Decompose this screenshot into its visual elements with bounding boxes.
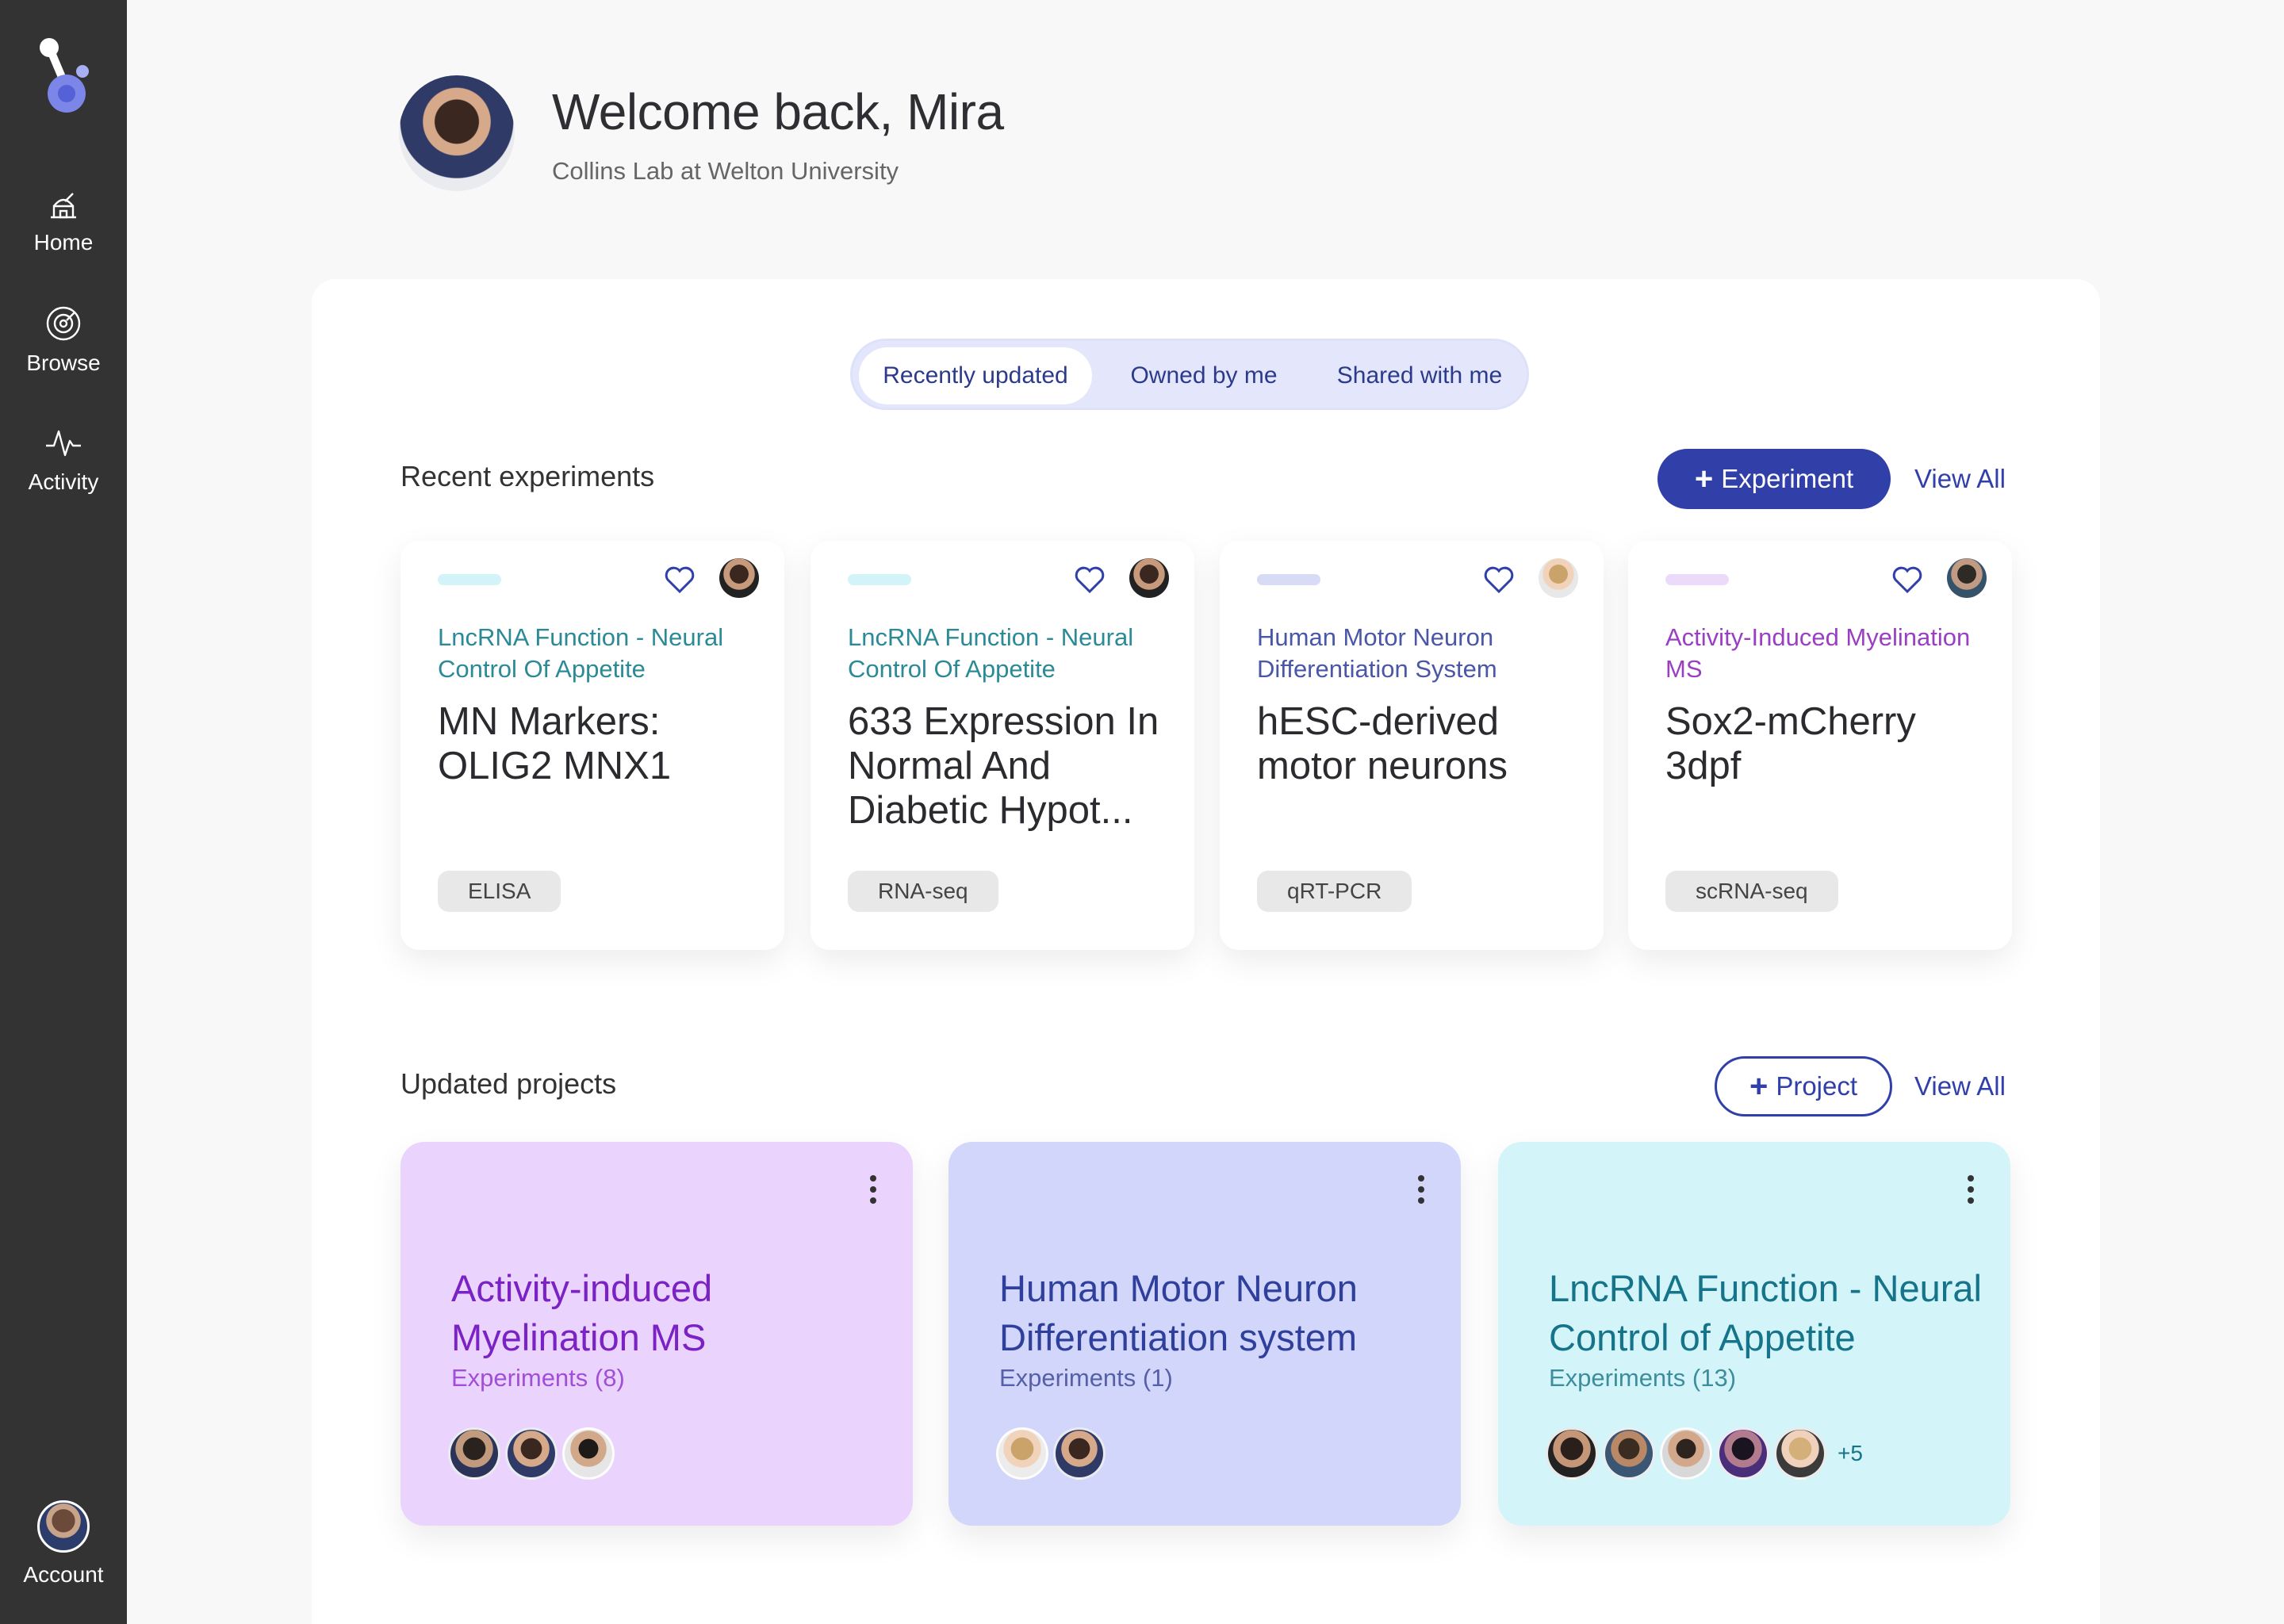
avatar bbox=[996, 1427, 1048, 1480]
tab-recently-updated[interactable]: Recently updated bbox=[859, 347, 1092, 404]
add-experiment-button[interactable]: + Experiment bbox=[1657, 449, 1891, 509]
project-title: LncRNA Function - Neural Control of Appe… bbox=[1549, 1267, 1982, 1358]
sidebar-item-activity[interactable]: Activity bbox=[0, 422, 127, 495]
accent-bar bbox=[1665, 574, 1729, 585]
experiment-project: Human Motor Neuron Differentiation Syste… bbox=[1257, 623, 1497, 683]
section-title: Updated projects bbox=[400, 1067, 617, 1100]
project-experiment-count: Experiments (8) bbox=[451, 1364, 625, 1392]
more-options-icon[interactable] bbox=[868, 1174, 878, 1205]
avatar bbox=[1539, 558, 1578, 598]
experiment-card[interactable]: LncRNA Function - Neural Control Of Appe… bbox=[400, 541, 784, 950]
heart-icon[interactable] bbox=[1072, 561, 1107, 596]
experiment-project: LncRNA Function - Neural Control Of Appe… bbox=[438, 623, 724, 683]
target-icon bbox=[46, 306, 81, 341]
avatar bbox=[719, 558, 759, 598]
project-experiment-count: Experiments (13) bbox=[1549, 1364, 1737, 1392]
plus-icon: + bbox=[1749, 1069, 1769, 1104]
member-avatars: +5 bbox=[1546, 1427, 1863, 1483]
project-card[interactable]: LncRNA Function - Neural Control of Appe… bbox=[1498, 1142, 2010, 1526]
view-all-experiments-link[interactable]: View All bbox=[1914, 464, 2006, 494]
sidebar: Home Browse Activity Account bbox=[0, 0, 127, 1624]
sidebar-item-label: Browse bbox=[26, 350, 101, 375]
experiment-title: Sox2-mCherry 3dpf bbox=[1665, 700, 1916, 787]
experiment-title: 633 Expression In Normal And Diabetic Hy… bbox=[848, 700, 1159, 832]
button-label: Experiment bbox=[1721, 464, 1854, 493]
experiment-card[interactable]: Activity-Induced Myelination MS Sox2-mCh… bbox=[1628, 541, 2012, 950]
experiment-tag: qRT-PCR bbox=[1257, 871, 1412, 912]
experiment-title: MN Markers: OLIG2 MNX1 bbox=[438, 700, 672, 787]
lab-subtitle: Collins Lab at Welton University bbox=[552, 157, 899, 185]
more-members-count: +5 bbox=[1838, 1441, 1863, 1465]
page-title: Welcome back, Mira bbox=[552, 83, 1004, 140]
avatar bbox=[1603, 1427, 1655, 1480]
avatar bbox=[448, 1427, 500, 1480]
filter-tabs: Recently updated Owned by me Shared with… bbox=[850, 339, 1529, 410]
project-experiment-count: Experiments (1) bbox=[999, 1364, 1173, 1392]
sidebar-item-label: Activity bbox=[28, 469, 99, 494]
observatory-icon bbox=[51, 193, 76, 219]
experiment-tag: RNA-seq bbox=[848, 871, 998, 912]
avatar bbox=[1053, 1427, 1106, 1480]
sidebar-item-browse[interactable]: Browse bbox=[0, 303, 127, 376]
project-card[interactable]: Human Motor Neuron Differentiation syste… bbox=[948, 1142, 1461, 1526]
section-title: Recent experiments bbox=[400, 460, 655, 492]
experiment-project: LncRNA Function - Neural Control Of Appe… bbox=[848, 623, 1134, 683]
experiment-title: hESC-derived motor neurons bbox=[1257, 700, 1508, 787]
avatar bbox=[1546, 1427, 1598, 1480]
more-options-icon[interactable] bbox=[1416, 1174, 1426, 1205]
experiment-tag: scRNA-seq bbox=[1665, 871, 1838, 912]
accent-bar bbox=[438, 574, 501, 585]
view-all-projects-link[interactable]: View All bbox=[1914, 1071, 2006, 1101]
member-avatars bbox=[996, 1427, 1110, 1483]
member-avatars bbox=[448, 1427, 619, 1483]
tab-shared-with-me[interactable]: Shared with me bbox=[1313, 347, 1527, 404]
avatar bbox=[37, 1500, 90, 1553]
avatar bbox=[505, 1427, 558, 1480]
sidebar-item-account[interactable]: Account bbox=[0, 1500, 127, 1588]
experiment-tag: ELISA bbox=[438, 871, 561, 912]
avatar bbox=[562, 1427, 615, 1480]
experiment-project: Activity-Induced Myelination MS bbox=[1665, 623, 1971, 683]
heart-icon[interactable] bbox=[662, 561, 697, 596]
plus-icon: + bbox=[1694, 462, 1714, 496]
sidebar-item-home[interactable]: Home bbox=[0, 182, 127, 255]
heart-icon[interactable] bbox=[1890, 561, 1925, 596]
avatar bbox=[1774, 1427, 1826, 1480]
experiment-card[interactable]: LncRNA Function - Neural Control Of Appe… bbox=[811, 541, 1194, 950]
tab-owned-by-me[interactable]: Owned by me bbox=[1100, 347, 1308, 404]
pulse-icon bbox=[46, 430, 81, 457]
avatar bbox=[1947, 558, 1987, 598]
experiment-card[interactable]: Human Motor Neuron Differentiation Syste… bbox=[1220, 541, 1604, 950]
button-label: Project bbox=[1776, 1071, 1858, 1101]
accent-bar bbox=[1257, 574, 1320, 585]
sidebar-item-label: Account bbox=[23, 1562, 104, 1587]
avatar bbox=[1660, 1427, 1712, 1480]
project-title: Human Motor Neuron Differentiation syste… bbox=[999, 1267, 1358, 1358]
avatar bbox=[1129, 558, 1169, 598]
add-project-button[interactable]: + Project bbox=[1715, 1056, 1892, 1116]
project-card[interactable]: Activity-induced Myelination MS Experime… bbox=[400, 1142, 913, 1526]
sidebar-item-label: Home bbox=[33, 230, 94, 255]
app-logo[interactable] bbox=[32, 32, 95, 119]
more-options-icon[interactable] bbox=[1966, 1174, 1976, 1205]
heart-icon[interactable] bbox=[1481, 561, 1516, 596]
avatar bbox=[1717, 1427, 1769, 1480]
accent-bar bbox=[848, 574, 911, 585]
user-avatar bbox=[399, 75, 515, 191]
project-title: Activity-induced Myelination MS bbox=[451, 1267, 713, 1358]
